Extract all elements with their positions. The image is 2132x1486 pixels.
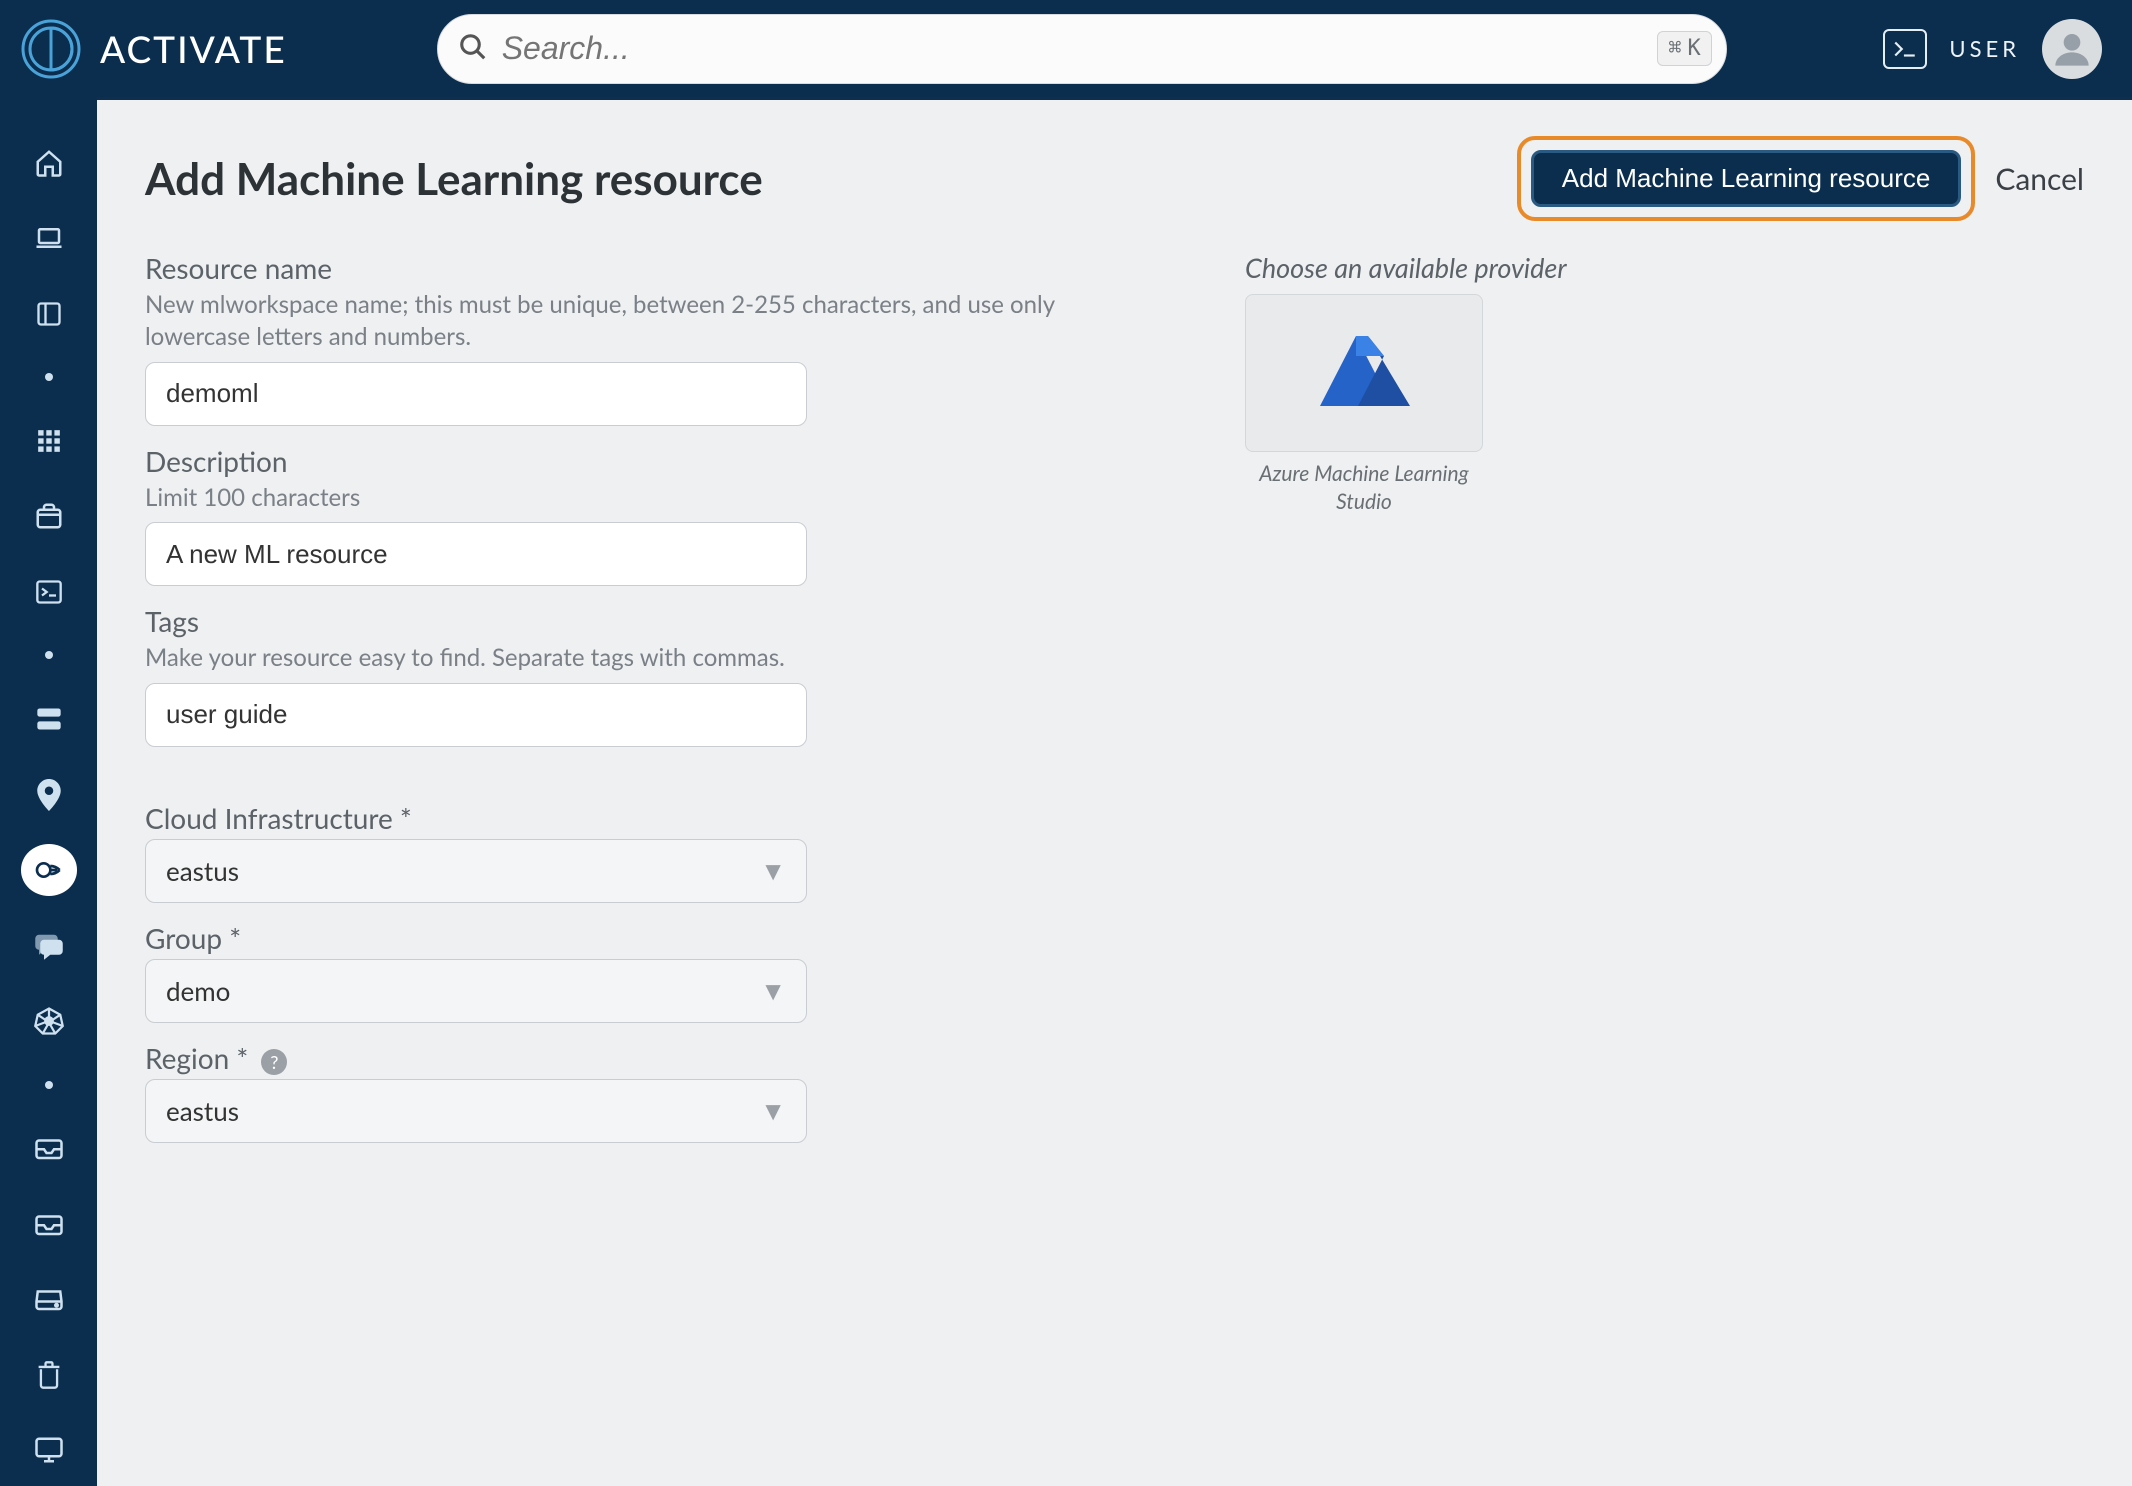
resource-name-input[interactable] xyxy=(145,362,807,426)
search-input[interactable] xyxy=(488,30,1658,67)
search-icon xyxy=(458,32,488,66)
search-shortcut-hint: ⌘ K xyxy=(1657,31,1712,66)
nav-location[interactable] xyxy=(21,769,77,821)
brand-name: ACTIVATE xyxy=(100,26,287,71)
nav-kubernetes[interactable] xyxy=(21,995,77,1047)
description-hint: Limit 100 characters xyxy=(145,482,1145,514)
nav-servers[interactable] xyxy=(21,693,77,745)
chevron-down-icon: ▼ xyxy=(760,1094,786,1127)
provider-column: Choose an available provider Azure Machi… xyxy=(1245,251,1567,1161)
brand: ACTIVATE xyxy=(16,14,287,84)
field-tags: Tags Make your resource easy to find. Se… xyxy=(145,604,1145,746)
avatar[interactable] xyxy=(2042,19,2102,79)
tags-hint: Make your resource easy to find. Separat… xyxy=(145,642,1145,674)
nav-inbox-2[interactable] xyxy=(21,1198,77,1250)
provider-card-azure[interactable] xyxy=(1245,294,1483,452)
group-label: Group * xyxy=(145,921,1145,955)
form-column: Resource name New mlworkspace name; this… xyxy=(145,251,1145,1161)
field-group: Group * demo ▼ xyxy=(145,921,1145,1023)
page-actions: Add Machine Learning resource Cancel xyxy=(1517,136,2084,221)
chevron-down-icon: ▼ xyxy=(760,974,786,1007)
field-region: Region * ? eastus ▼ xyxy=(145,1041,1145,1143)
field-description: Description Limit 100 characters xyxy=(145,444,1145,586)
page-title: Add Machine Learning resource xyxy=(145,153,763,205)
submit-highlight: Add Machine Learning resource xyxy=(1517,136,1976,221)
region-label: Region * ? xyxy=(145,1041,1145,1075)
region-value: eastus xyxy=(166,1095,239,1127)
group-value: demo xyxy=(166,975,230,1007)
field-resource-name: Resource name New mlworkspace name; this… xyxy=(145,251,1145,426)
nav-separator-3 xyxy=(21,1071,77,1099)
nav-ml-active[interactable] xyxy=(21,844,77,896)
resource-name-hint: New mlworkspace name; this must be uniqu… xyxy=(145,289,1145,354)
topbar-right: USER xyxy=(1883,19,2102,79)
field-cloud-infra: Cloud Infrastructure * eastus ▼ xyxy=(145,801,1145,903)
cloud-infra-value: eastus xyxy=(166,855,239,887)
cloud-infra-select[interactable]: eastus ▼ xyxy=(145,839,807,903)
nav-drive[interactable] xyxy=(21,1273,77,1325)
global-search[interactable]: ⌘ K xyxy=(437,14,1727,84)
nav-laptop[interactable] xyxy=(21,213,77,265)
cloud-infra-label: Cloud Infrastructure * xyxy=(145,801,1145,835)
kbd-modifier: ⌘ xyxy=(1668,36,1681,61)
sidebar xyxy=(0,97,97,1486)
nav-inbox-1[interactable] xyxy=(21,1122,77,1174)
provider-heading: Choose an available provider xyxy=(1245,251,1567,284)
kbd-key: K xyxy=(1687,36,1700,61)
user-label: USER xyxy=(1949,35,2020,62)
tags-label: Tags xyxy=(145,604,1145,638)
nav-package[interactable] xyxy=(21,491,77,543)
region-label-text: Region * xyxy=(145,1041,248,1075)
chevron-down-icon: ▼ xyxy=(760,854,786,887)
tags-input[interactable] xyxy=(145,683,807,747)
cancel-link[interactable]: Cancel xyxy=(1995,161,2084,197)
provider-name: Azure Machine Learning Studio xyxy=(1245,460,1483,517)
resource-name-label: Resource name xyxy=(145,251,1145,285)
nav-chat[interactable] xyxy=(21,920,77,972)
nav-trash[interactable] xyxy=(21,1349,77,1401)
page-header: Add Machine Learning resource Add Machin… xyxy=(145,136,2084,221)
nav-home[interactable] xyxy=(21,137,77,189)
nav-panel[interactable] xyxy=(21,288,77,340)
nav-monitor[interactable] xyxy=(21,1425,77,1477)
form-layout: Resource name New mlworkspace name; this… xyxy=(145,251,2084,1161)
nav-apps-grid[interactable] xyxy=(21,415,77,467)
submit-button[interactable]: Add Machine Learning resource xyxy=(1531,150,1962,207)
topbar: ACTIVATE ⌘ K USER xyxy=(0,0,2132,97)
brand-logo-icon xyxy=(16,14,86,84)
description-label: Description xyxy=(145,444,1145,478)
nav-separator-1 xyxy=(21,364,77,392)
description-input[interactable] xyxy=(145,522,807,586)
region-select[interactable]: eastus ▼ xyxy=(145,1079,807,1143)
help-icon[interactable]: ? xyxy=(261,1049,287,1075)
main-content: Add Machine Learning resource Add Machin… xyxy=(97,97,2132,1486)
azure-icon xyxy=(1314,328,1414,418)
nav-console[interactable] xyxy=(21,566,77,618)
terminal-button[interactable] xyxy=(1883,29,1927,69)
group-select[interactable]: demo ▼ xyxy=(145,959,807,1023)
nav-separator-2 xyxy=(21,642,77,670)
